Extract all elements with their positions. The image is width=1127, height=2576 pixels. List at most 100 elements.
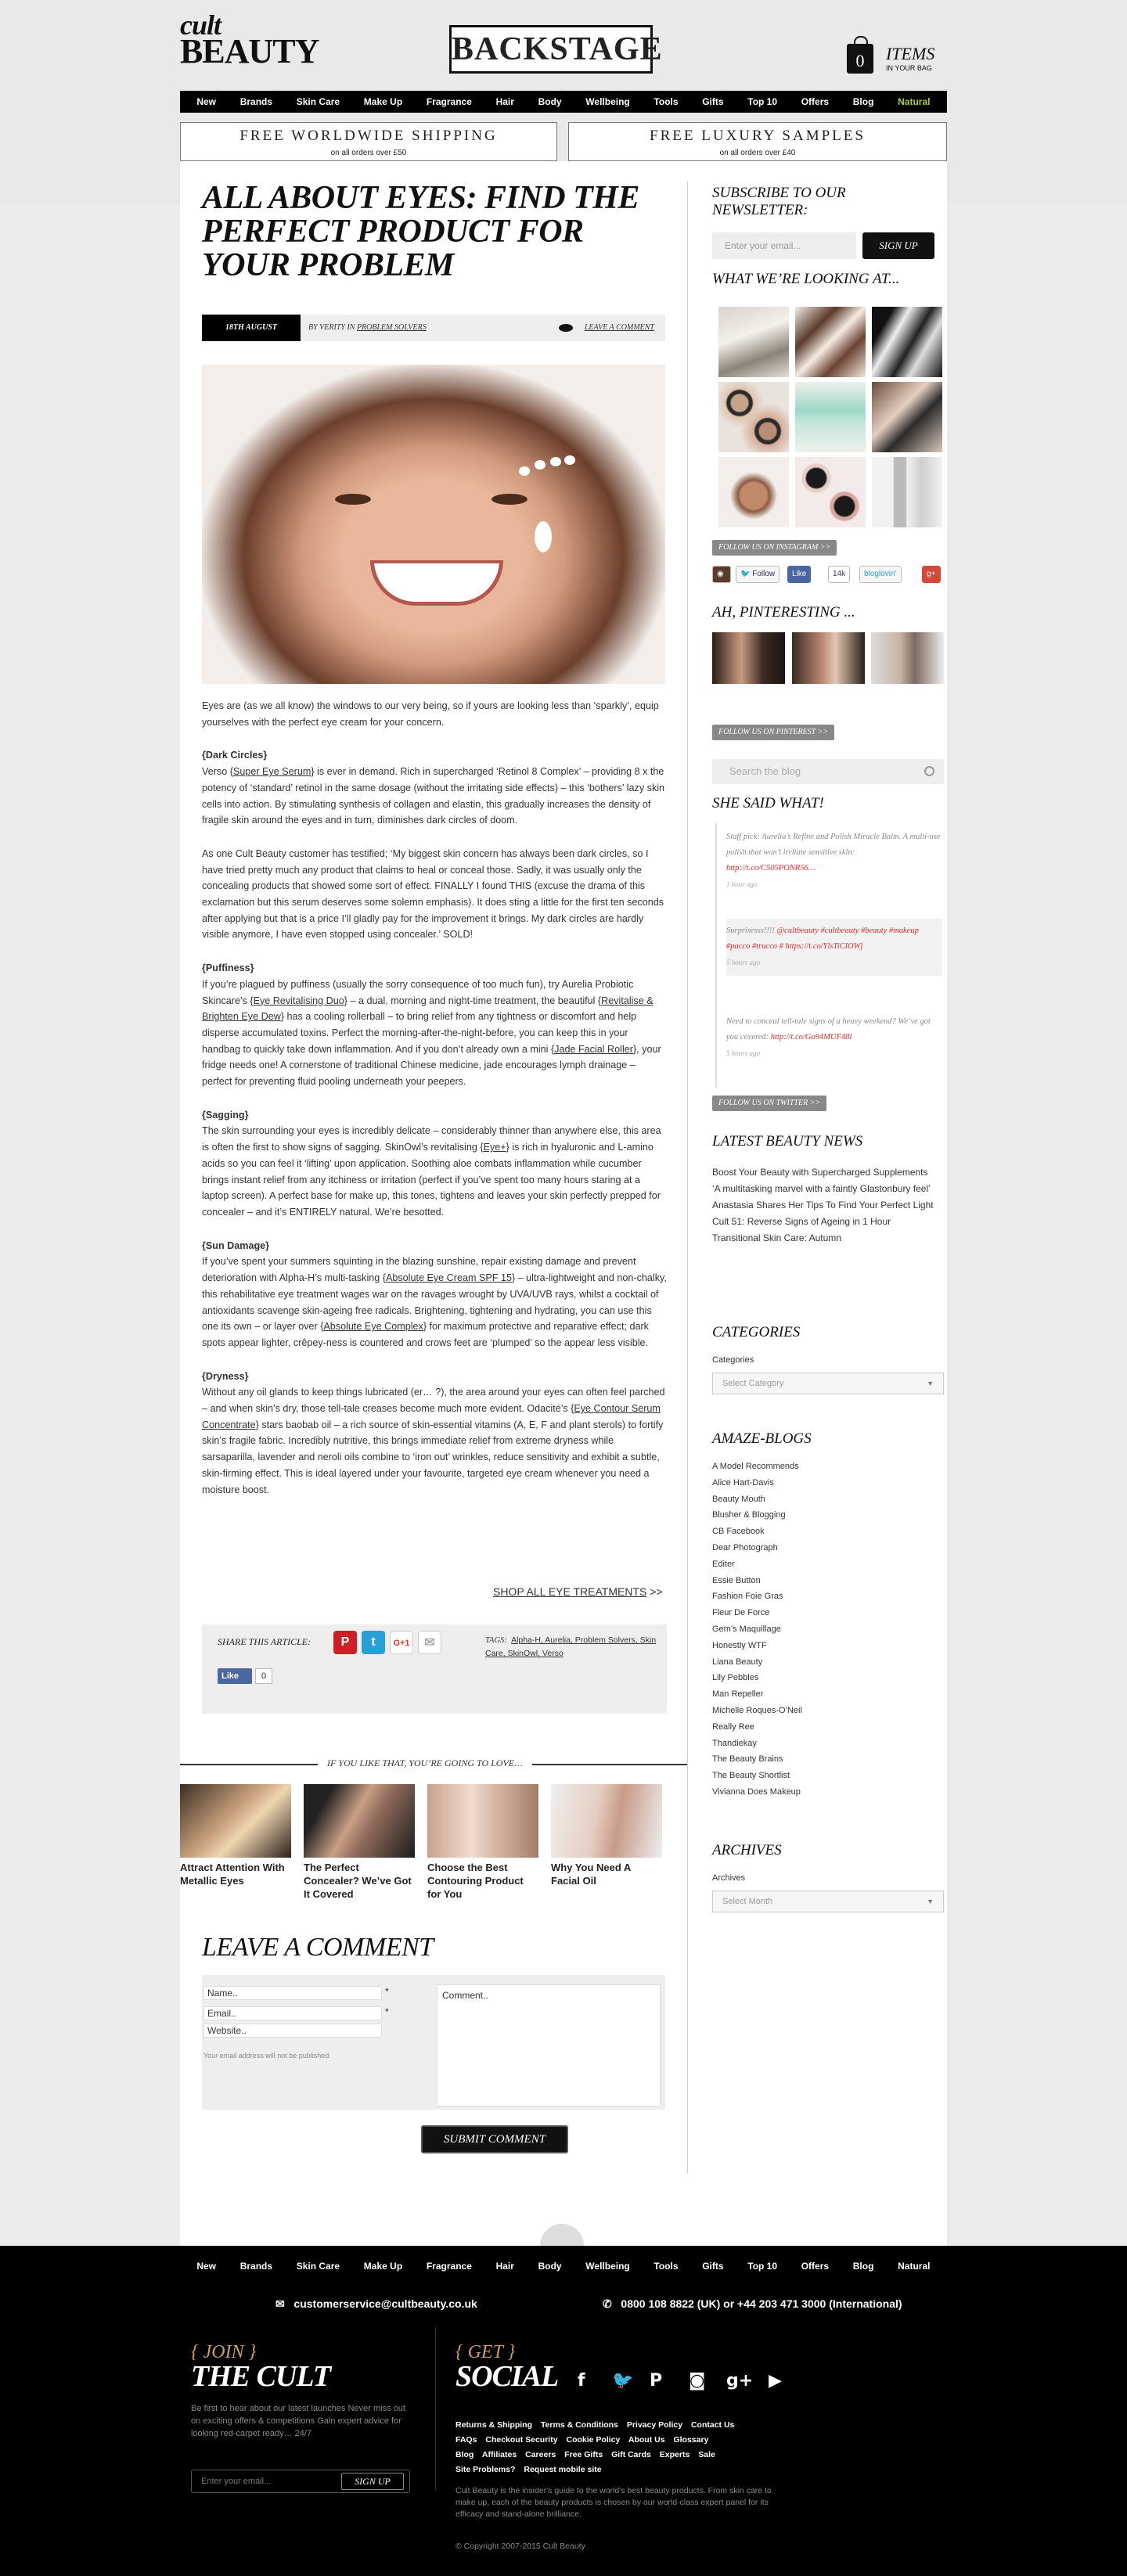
follow-pinterest-button[interactable]: FOLLOW US ON PINTEREST >> xyxy=(712,725,834,740)
nav-item[interactable]: Tools xyxy=(654,96,678,107)
pinterest-icon[interactable]: P xyxy=(650,2371,662,2391)
email-share-icon[interactable]: ✉ xyxy=(418,1631,441,1654)
footer-link[interactable]: Careers xyxy=(525,2450,556,2459)
instagram-photo[interactable] xyxy=(718,307,789,377)
product-link[interactable]: Jade Facial Roller xyxy=(554,1044,633,1055)
google-plus-icon[interactable]: g+ xyxy=(922,566,941,583)
blog-link[interactable]: Gem’s Maquillage xyxy=(712,1621,944,1638)
instagram-icon[interactable]: ◙ xyxy=(689,2371,705,2391)
footer-link[interactable]: Cookie Policy xyxy=(566,2435,620,2445)
cult-beauty-logo[interactable]: cult BEAUTY xyxy=(180,11,319,69)
blog-link[interactable]: Fleur De Force xyxy=(712,1605,944,1621)
blog-link[interactable]: Fashion Foie Gras xyxy=(712,1588,944,1605)
youtube-icon[interactable]: ▶ xyxy=(769,2371,782,2391)
nav-item[interactable]: Make Up xyxy=(364,96,402,107)
nav-item[interactable]: Gifts xyxy=(702,2261,723,2272)
nav-item[interactable]: Body xyxy=(538,96,562,107)
footer-link[interactable]: Gift Cards xyxy=(611,2450,651,2459)
nav-item[interactable]: Blog xyxy=(853,96,874,107)
nav-item[interactable]: Gifts xyxy=(702,96,723,107)
category-link[interactable]: PROBLEM SOLVERS xyxy=(357,323,427,332)
nav-item[interactable]: Top 10 xyxy=(747,96,777,107)
news-link[interactable]: Anastasia Shares Her Tips To Find Your P… xyxy=(712,1197,944,1214)
blog-link[interactable]: Lily Pebbles xyxy=(712,1670,944,1686)
nav-item[interactable]: Hair xyxy=(496,2261,514,2272)
tweet-link[interactable]: http://t.co/Go94MUF48l xyxy=(771,1033,852,1042)
news-link[interactable]: Boost Your Beauty with Supercharged Supp… xyxy=(712,1164,944,1181)
nav-item[interactable]: New xyxy=(196,96,216,107)
facebook-like-button[interactable]: Like xyxy=(218,1668,252,1684)
nav-item[interactable]: Brands xyxy=(240,96,272,107)
instagram-photo[interactable] xyxy=(872,382,942,452)
nav-item[interactable]: Natural xyxy=(898,2261,930,2272)
footer-signup-button[interactable]: SIGN UP xyxy=(341,2473,404,2490)
facebook-icon[interactable]: f xyxy=(578,2371,585,2391)
blog-link[interactable]: Beauty Mouth xyxy=(712,1491,944,1508)
product-link[interactable]: Super Eye Serum xyxy=(233,766,311,777)
nav-item[interactable]: Hair xyxy=(496,96,514,107)
instagram-photo[interactable] xyxy=(795,307,866,377)
related-post[interactable]: The Perfect Concealer? We’ve Got It Cove… xyxy=(304,1784,415,1901)
product-link[interactable]: Eye+ xyxy=(484,1142,506,1153)
instagram-photo[interactable] xyxy=(795,457,866,527)
blog-link[interactable]: Alice Hart-Davis xyxy=(712,1475,944,1491)
instagram-photo[interactable] xyxy=(795,382,866,452)
newsletter-email-input[interactable]: Enter your email... xyxy=(712,232,856,259)
footer-link[interactable]: Returns & Shipping xyxy=(455,2420,532,2430)
footer-link[interactable]: Sale xyxy=(698,2450,715,2459)
name-field[interactable]: Name.. xyxy=(203,1986,382,2000)
tag-links[interactable]: Alpha-H, Aurelia, Problem Solvers, Skin … xyxy=(485,1635,656,1658)
email-field[interactable]: Email.. xyxy=(203,2006,382,2020)
blog-link[interactable]: Really Ree xyxy=(712,1719,944,1736)
blog-search-input[interactable]: Search the blog xyxy=(712,759,944,784)
nav-item[interactable]: Skin Care xyxy=(297,96,340,107)
footer-link[interactable]: Request mobile site xyxy=(524,2465,601,2474)
backstage-logo[interactable]: BACKSTAGE xyxy=(449,25,662,74)
product-link[interactable]: Eye Revitalising Duo xyxy=(254,995,344,1006)
footer-email[interactable]: ✉ customerservice@cultbeauty.co.uk xyxy=(275,2297,477,2311)
footer-link[interactable]: Checkout Security xyxy=(485,2435,557,2445)
shopping-bag-icon[interactable]: 0 xyxy=(847,36,873,74)
footer-link[interactable]: Blog xyxy=(455,2450,473,2459)
nav-item[interactable]: Top 10 xyxy=(747,2261,777,2272)
instagram-icon[interactable]: ◉ xyxy=(712,566,731,583)
follow-twitter-button[interactable]: FOLLOW US ON TWITTER >> xyxy=(712,1096,827,1111)
twitter-follow-button[interactable]: 🐦 Follow xyxy=(736,566,780,583)
pinterest-photo[interactable] xyxy=(871,632,944,684)
archives-select[interactable]: Select Month xyxy=(712,1891,944,1912)
nav-item-natural[interactable]: Natural xyxy=(898,96,930,107)
free-samples-banner[interactable]: FREE LUXURY SAMPLES on all orders over £… xyxy=(568,122,947,161)
leave-comment-link[interactable]: LEAVE A COMMENT xyxy=(585,323,654,332)
nav-item[interactable]: Tools xyxy=(654,2261,678,2272)
blog-link[interactable]: Vivianna Does Makeup xyxy=(712,1784,944,1801)
free-shipping-banner[interactable]: FREE WORLDWIDE SHIPPING on all orders ov… xyxy=(180,122,557,161)
pinterest-photo[interactable] xyxy=(712,632,785,684)
blog-link[interactable]: A Model Recommends xyxy=(712,1459,944,1475)
nav-item[interactable]: Body xyxy=(538,2261,562,2272)
blog-link[interactable]: Dear Photograph xyxy=(712,1540,944,1556)
blog-link[interactable]: The Beauty Shortlist xyxy=(712,1768,944,1784)
submit-comment-button[interactable]: SUBMIT COMMENT xyxy=(421,2125,568,2153)
instagram-photo[interactable] xyxy=(872,307,942,377)
nav-item[interactable]: Offers xyxy=(801,96,829,107)
product-link[interactable]: Absolute Eye Cream SPF 15 xyxy=(386,1272,512,1283)
footer-link[interactable]: Affiliates xyxy=(482,2450,517,2459)
blog-link[interactable]: Editer xyxy=(712,1556,944,1573)
footer-link[interactable]: About Us xyxy=(628,2435,665,2445)
footer-link[interactable]: Terms & Conditions xyxy=(541,2420,618,2430)
news-link[interactable]: Transitional Skin Care: Autumn xyxy=(712,1230,944,1247)
related-post[interactable]: Choose the Best Contouring Product for Y… xyxy=(427,1784,538,1901)
categories-select[interactable]: Select Category xyxy=(712,1373,944,1394)
blog-link[interactable]: Man Repeller xyxy=(712,1686,944,1703)
instagram-photo[interactable] xyxy=(718,457,789,527)
nav-item[interactable]: Wellbeing xyxy=(585,2261,629,2272)
google-plus-share-icon[interactable]: G+1 xyxy=(390,1631,413,1654)
shop-all-link[interactable]: SHOP ALL EYE TREATMENTS >> xyxy=(493,1585,663,1598)
nav-item[interactable]: Blog xyxy=(853,2261,874,2272)
website-field[interactable]: Website.. xyxy=(203,2024,382,2038)
blog-link[interactable]: Blusher & Blogging xyxy=(712,1507,944,1524)
news-link[interactable]: ‘A multitasking marvel with a faintly Gl… xyxy=(712,1181,944,1197)
pinterest-photo[interactable] xyxy=(792,632,865,684)
nav-item[interactable]: Fragrance xyxy=(427,2261,472,2272)
blog-link[interactable]: Essie Button xyxy=(712,1573,944,1589)
